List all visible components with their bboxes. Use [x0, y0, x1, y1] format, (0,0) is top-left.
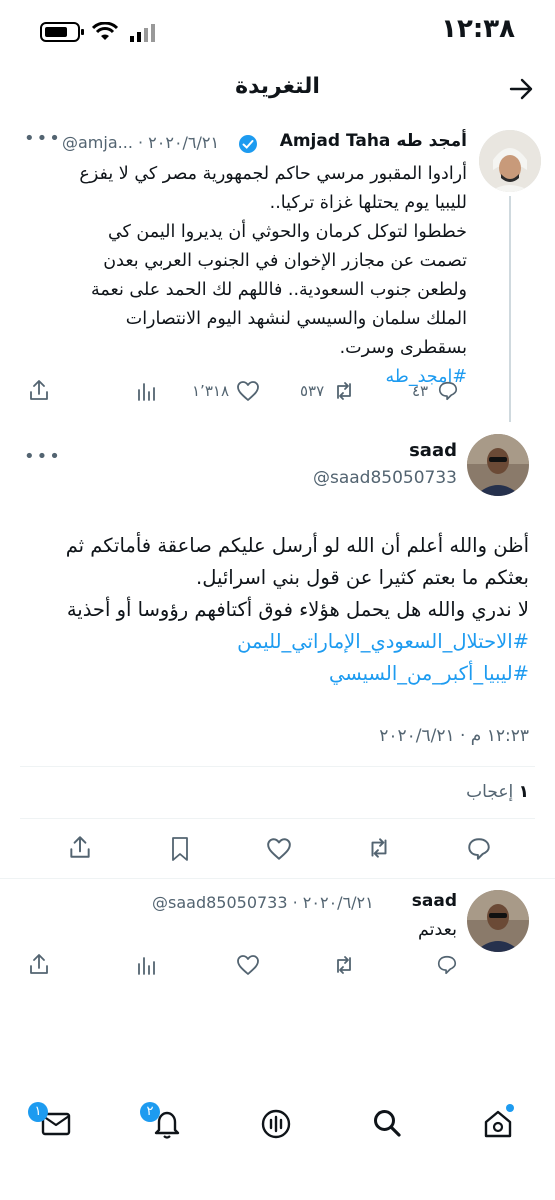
verified-badge-icon	[239, 135, 257, 153]
likes-summary[interactable]: ١ إعجاب	[466, 782, 529, 802]
avatar[interactable]	[467, 890, 529, 952]
like-icon[interactable]	[236, 380, 260, 402]
reply-icon[interactable]	[436, 954, 458, 976]
avatar[interactable]	[467, 434, 529, 496]
text-line: خططوا لتوكل كرمان والحوثي أن يديروا اليم…	[107, 222, 467, 242]
parent-actions: ٤٣ ٥٣٧ ١٬٣١٨	[0, 378, 555, 408]
text-line: بسقطرى وسرت.	[339, 338, 467, 358]
bookmark-icon[interactable]	[170, 836, 190, 862]
parent-tweet-text: أرادوا المقبور مرسي حاكم لجمهورية مصر كي…	[27, 160, 467, 392]
main-author-handle[interactable]: @saad85050733	[313, 468, 457, 488]
divider	[0, 878, 555, 879]
reply-icon[interactable]	[437, 380, 459, 402]
analytics-icon[interactable]	[136, 380, 156, 402]
parent-meta: @amja... · ٢٠٢٠/٦/٢١	[62, 133, 220, 152]
text-line: ولطعن جنوب السعودية.. فاللهم لك الحمد عل…	[91, 280, 467, 300]
status-bar: ١٢:٣٨	[0, 0, 555, 56]
likes-label: إعجاب	[466, 782, 514, 802]
main-author-name[interactable]: saad	[409, 440, 457, 461]
text-line: لا ندري والله هل يحمل هؤلاء فوق أكتافهم …	[66, 598, 529, 621]
like-icon[interactable]	[236, 954, 260, 976]
battery-icon	[40, 22, 84, 42]
retweet-count: ٥٣٧	[300, 382, 325, 400]
retweet-icon[interactable]	[332, 380, 356, 402]
signal-icon	[130, 24, 155, 42]
analytics-icon[interactable]	[136, 954, 156, 976]
page-title: التغريدة	[235, 74, 320, 99]
wifi-icon	[92, 22, 118, 40]
home-icon[interactable]	[482, 1108, 514, 1140]
hashtag-link[interactable]: #ليبيا_أكبر_من_السيسي	[19, 658, 529, 690]
text-line: أرادوا المقبور مرسي حاكم لجمهورية مصر كي…	[79, 164, 467, 184]
divider	[20, 818, 535, 819]
main-actions	[0, 834, 555, 866]
bottom-nav: ٢ ١	[0, 1080, 555, 1200]
text-line: الملك سلمان والسيسي لنشهد اليوم الانتصار…	[125, 309, 467, 329]
hashtag-link[interactable]: #الاحتلال_السعودي_الإماراتي_لليمن	[19, 626, 529, 658]
messages-badge: ١	[28, 1102, 48, 1122]
text-line: أظن والله أعلم أن الله لو أرسل عليكم صاع…	[65, 534, 529, 557]
spaces-icon[interactable]	[260, 1108, 292, 1140]
reply-count: ٤٣	[412, 382, 429, 400]
more-options-icon[interactable]: •••	[24, 128, 62, 149]
share-icon[interactable]	[28, 378, 50, 402]
text-line: بعثكم ما بعتم كثيرا عن قول بني اسرائيل.	[196, 566, 529, 589]
like-icon[interactable]	[266, 837, 292, 861]
divider	[20, 766, 535, 767]
share-icon[interactable]	[68, 834, 92, 860]
reply-meta: @saad85050733 · ٢٠٢٠/٦/٢١	[152, 893, 374, 912]
main-tweet-text: أظن والله أعلم أن الله لو أرسل عليكم صاع…	[19, 530, 529, 690]
home-unread-dot	[506, 1104, 514, 1112]
more-options-icon[interactable]: •••	[24, 446, 62, 467]
reply-text: بعدتم	[417, 920, 457, 940]
status-time: ١٢:٣٨	[441, 14, 515, 44]
reply-icon[interactable]	[466, 836, 492, 862]
tweet-timestamp: ١٢:٢٣ م · ٢٠٢٠/٦/٢١	[379, 726, 529, 746]
reply-author-name[interactable]: saad	[412, 891, 457, 911]
text-line: تصمت عن مجازر الإخوان في الجنوب العربي ب…	[103, 251, 467, 271]
search-icon[interactable]	[372, 1108, 402, 1138]
author-name: أمجد طه Amjad Taha	[279, 131, 467, 151]
like-count: ١٬٣١٨	[192, 382, 229, 400]
retweet-icon[interactable]	[332, 954, 356, 976]
text-line: لليبيا يوم يحتلها غزاة تركيا..	[269, 193, 467, 213]
share-icon[interactable]	[28, 952, 50, 976]
reply-actions	[0, 952, 555, 980]
avatar[interactable]	[479, 130, 541, 192]
parent-author[interactable]: أمجد طه Amjad Taha	[280, 131, 467, 151]
back-arrow-icon[interactable]	[509, 78, 533, 100]
likes-count: ١	[518, 782, 529, 802]
notifications-badge: ٢	[140, 1102, 160, 1122]
retweet-icon[interactable]	[366, 836, 392, 860]
